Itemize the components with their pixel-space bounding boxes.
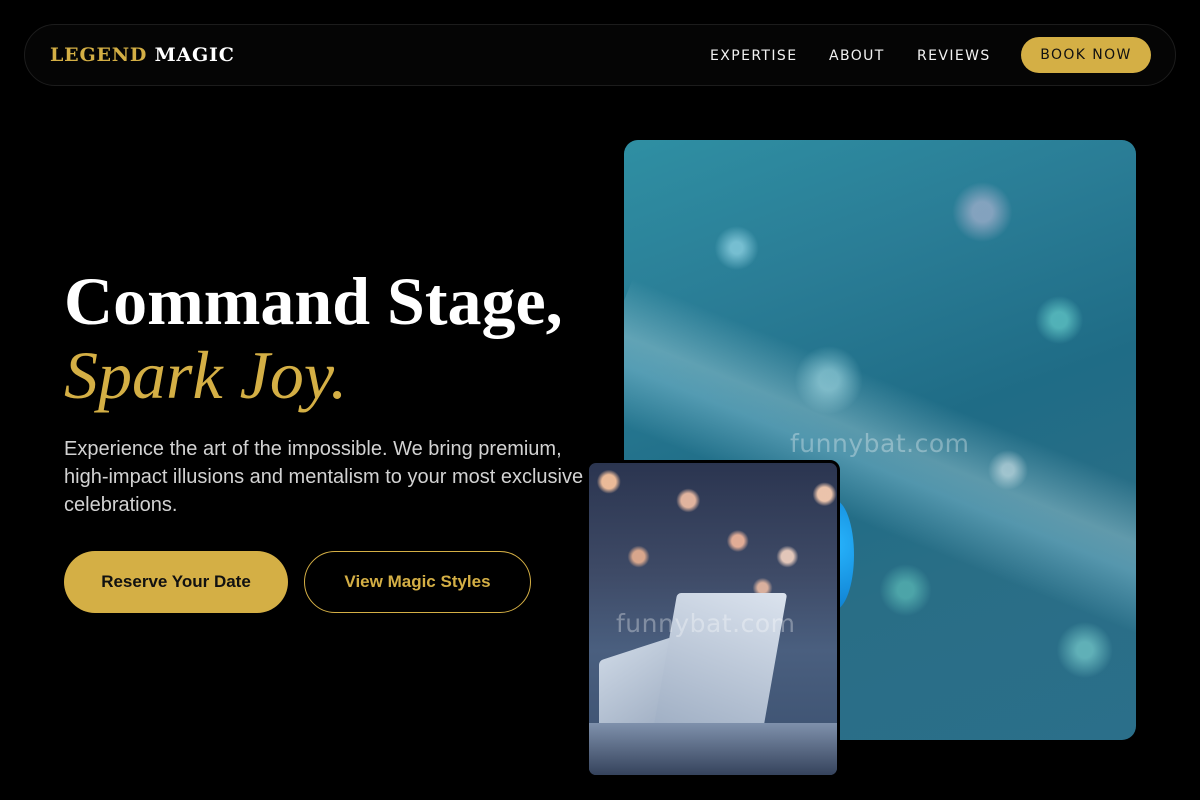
book-now-button[interactable]: BOOK NOW bbox=[1021, 37, 1151, 73]
brand-logo-word-magic: MAGIC bbox=[154, 44, 235, 66]
nav-link-reviews[interactable]: REVIEWS bbox=[917, 47, 991, 65]
landing-page: LEGEND MAGIC EXPERTISE ABOUT REVIEWS BOO… bbox=[0, 0, 1200, 800]
hero-headline: Command Stage, bbox=[64, 263, 563, 339]
nav-link-about[interactable]: ABOUT bbox=[829, 47, 885, 65]
top-navigation: LEGEND MAGIC EXPERTISE ABOUT REVIEWS BOO… bbox=[24, 24, 1176, 86]
brand-logo-word-legend: LEGEND bbox=[50, 44, 148, 66]
open-book-image bbox=[586, 460, 840, 778]
view-magic-styles-button[interactable]: View Magic Styles bbox=[304, 551, 531, 613]
hero-description: Experience the art of the impossible. We… bbox=[64, 438, 584, 516]
book-base bbox=[589, 723, 837, 775]
book-page-right bbox=[650, 593, 788, 743]
nav-link-expertise[interactable]: EXPERTISE bbox=[710, 47, 797, 65]
hero-headline-accent: Spark Joy. bbox=[64, 337, 348, 413]
brand-logo[interactable]: LEGEND MAGIC bbox=[50, 44, 235, 66]
reserve-date-button[interactable]: Reserve Your Date bbox=[64, 551, 288, 613]
